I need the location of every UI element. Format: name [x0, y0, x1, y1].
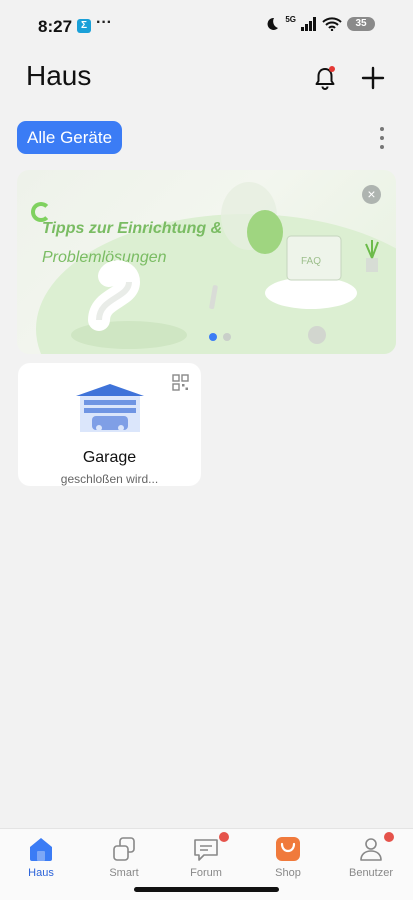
notification-dot — [329, 66, 335, 72]
home-indicator[interactable] — [134, 887, 279, 892]
qr-code-icon[interactable] — [172, 374, 189, 391]
more-options-button[interactable] — [374, 124, 390, 152]
network-type-label: 5G — [285, 14, 296, 24]
forum-icon — [194, 839, 218, 861]
status-indicators: 5G 35 — [264, 14, 375, 32]
banner-page-dot[interactable] — [209, 333, 217, 341]
forum-badge — [219, 832, 229, 842]
nav-item-forum[interactable]: Forum — [176, 832, 236, 879]
device-name: Garage — [82, 449, 137, 466]
device-card-garage[interactable]: Garage geschloßen wird... — [18, 363, 201, 486]
battery-icon: 35 — [347, 17, 375, 31]
home-icon — [30, 838, 52, 861]
nav-label: Forum — [190, 867, 222, 879]
signal-icon — [301, 17, 316, 31]
banner-pagination — [209, 333, 231, 341]
moon-icon — [267, 17, 279, 30]
banner-close-button[interactable]: × — [362, 185, 381, 204]
shop-icon — [276, 837, 300, 861]
page-title: Haus — [26, 60, 92, 91]
nav-item-smart[interactable]: Smart — [94, 835, 154, 879]
nav-label: Smart — [109, 867, 139, 879]
more-notifications-icon: ··· — [96, 14, 112, 31]
tips-banner[interactable]: Tipps zur Einrichtung & Problemlösungen … — [17, 170, 396, 354]
more-dot-icon — [380, 135, 384, 140]
nav-item-shop[interactable]: Shop — [258, 835, 318, 879]
user-icon — [360, 838, 382, 861]
plus-icon — [361, 66, 385, 90]
all-devices-chip[interactable]: Alle Geräte — [17, 121, 123, 154]
more-dot-icon — [380, 126, 384, 131]
smart-icon — [113, 837, 135, 861]
nav-label: Benutzer — [348, 867, 394, 879]
device-status: geschloßen wird... — [60, 472, 159, 486]
banner-page-dot[interactable] — [223, 333, 231, 341]
notifications-button[interactable] — [311, 64, 339, 92]
wifi-icon — [322, 17, 342, 31]
banner-illustration: FAQ — [71, 182, 379, 349]
nav-label: Shop — [275, 867, 301, 879]
nav-item-benutzer[interactable]: Benutzer — [341, 832, 401, 879]
user-badge — [384, 832, 394, 842]
nav-label: Haus — [28, 867, 54, 879]
status-bar: 8:27 Σ ··· 5G 35 — [0, 0, 413, 52]
nav-item-haus[interactable]: Haus — [11, 835, 71, 879]
status-time: 8:27 — [38, 17, 73, 36]
garage-icon — [76, 384, 144, 432]
app-notification-icon: Σ — [77, 19, 91, 33]
faq-label: FAQ — [301, 256, 321, 267]
add-device-button[interactable] — [359, 64, 387, 92]
more-dot-icon — [380, 145, 384, 150]
